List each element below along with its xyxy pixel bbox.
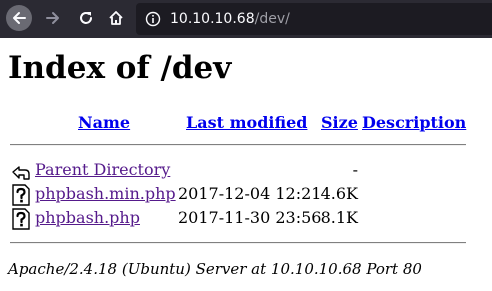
column-header-last-modified[interactable]: Last modified bbox=[186, 113, 307, 133]
forward-button[interactable] bbox=[40, 5, 66, 31]
home-button[interactable] bbox=[103, 5, 129, 31]
file-size: 4.6K bbox=[320, 184, 358, 203]
page-title: Index of /dev bbox=[8, 50, 232, 86]
list-item: phpbash.php 2017-11-30 23:56 8.1K bbox=[0, 206, 492, 230]
url-text[interactable]: 10.10.10.68/dev/ bbox=[170, 10, 290, 28]
file-link-phpbash-php[interactable]: phpbash.php bbox=[35, 208, 140, 228]
footer-divider bbox=[10, 242, 466, 244]
address-bar[interactable]: 10.10.10.68/dev/ bbox=[136, 3, 492, 35]
parent-directory-icon bbox=[12, 166, 30, 180]
reload-button[interactable] bbox=[73, 5, 99, 31]
file-size: - bbox=[352, 160, 358, 179]
list-item: phpbash.min.php 2017-12-04 12:21 4.6K bbox=[0, 182, 492, 206]
arrow-left-icon bbox=[13, 12, 26, 24]
unknown-file-icon bbox=[12, 184, 30, 206]
unknown-file-icon bbox=[12, 208, 30, 230]
url-host: 10.10.10.68 bbox=[170, 11, 255, 27]
file-size: 8.1K bbox=[320, 208, 358, 227]
column-header-size[interactable]: Size bbox=[321, 113, 358, 133]
reload-icon bbox=[80, 12, 92, 24]
column-header-description[interactable]: Description bbox=[362, 113, 466, 133]
browser-toolbar: 10.10.10.68/dev/ bbox=[0, 0, 492, 38]
home-icon bbox=[109, 11, 123, 25]
server-signature: Apache/2.4.18 (Ubuntu) Server at 10.10.1… bbox=[8, 260, 422, 278]
arrow-right-icon bbox=[46, 12, 59, 24]
site-info-icon[interactable] bbox=[145, 11, 161, 27]
back-button[interactable] bbox=[6, 5, 32, 31]
url-path: /dev/ bbox=[254, 11, 290, 27]
file-modified: 2017-12-04 12:21 bbox=[178, 184, 322, 203]
file-link-phpbash-min-php[interactable]: phpbash.min.php bbox=[35, 184, 176, 204]
file-link-parent-directory[interactable]: Parent Directory bbox=[35, 160, 170, 180]
list-item: Parent Directory - bbox=[0, 158, 492, 182]
column-header-name[interactable]: Name bbox=[78, 113, 130, 133]
header-divider bbox=[10, 144, 466, 146]
file-modified: 2017-11-30 23:56 bbox=[178, 208, 322, 227]
